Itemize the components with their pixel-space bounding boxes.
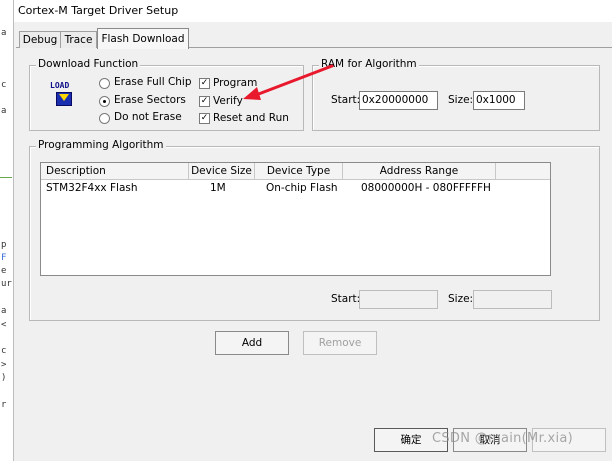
arrow-head: [243, 87, 261, 100]
red-arrow-annotation: [243, 64, 334, 100]
arrow-line: [254, 64, 334, 97]
